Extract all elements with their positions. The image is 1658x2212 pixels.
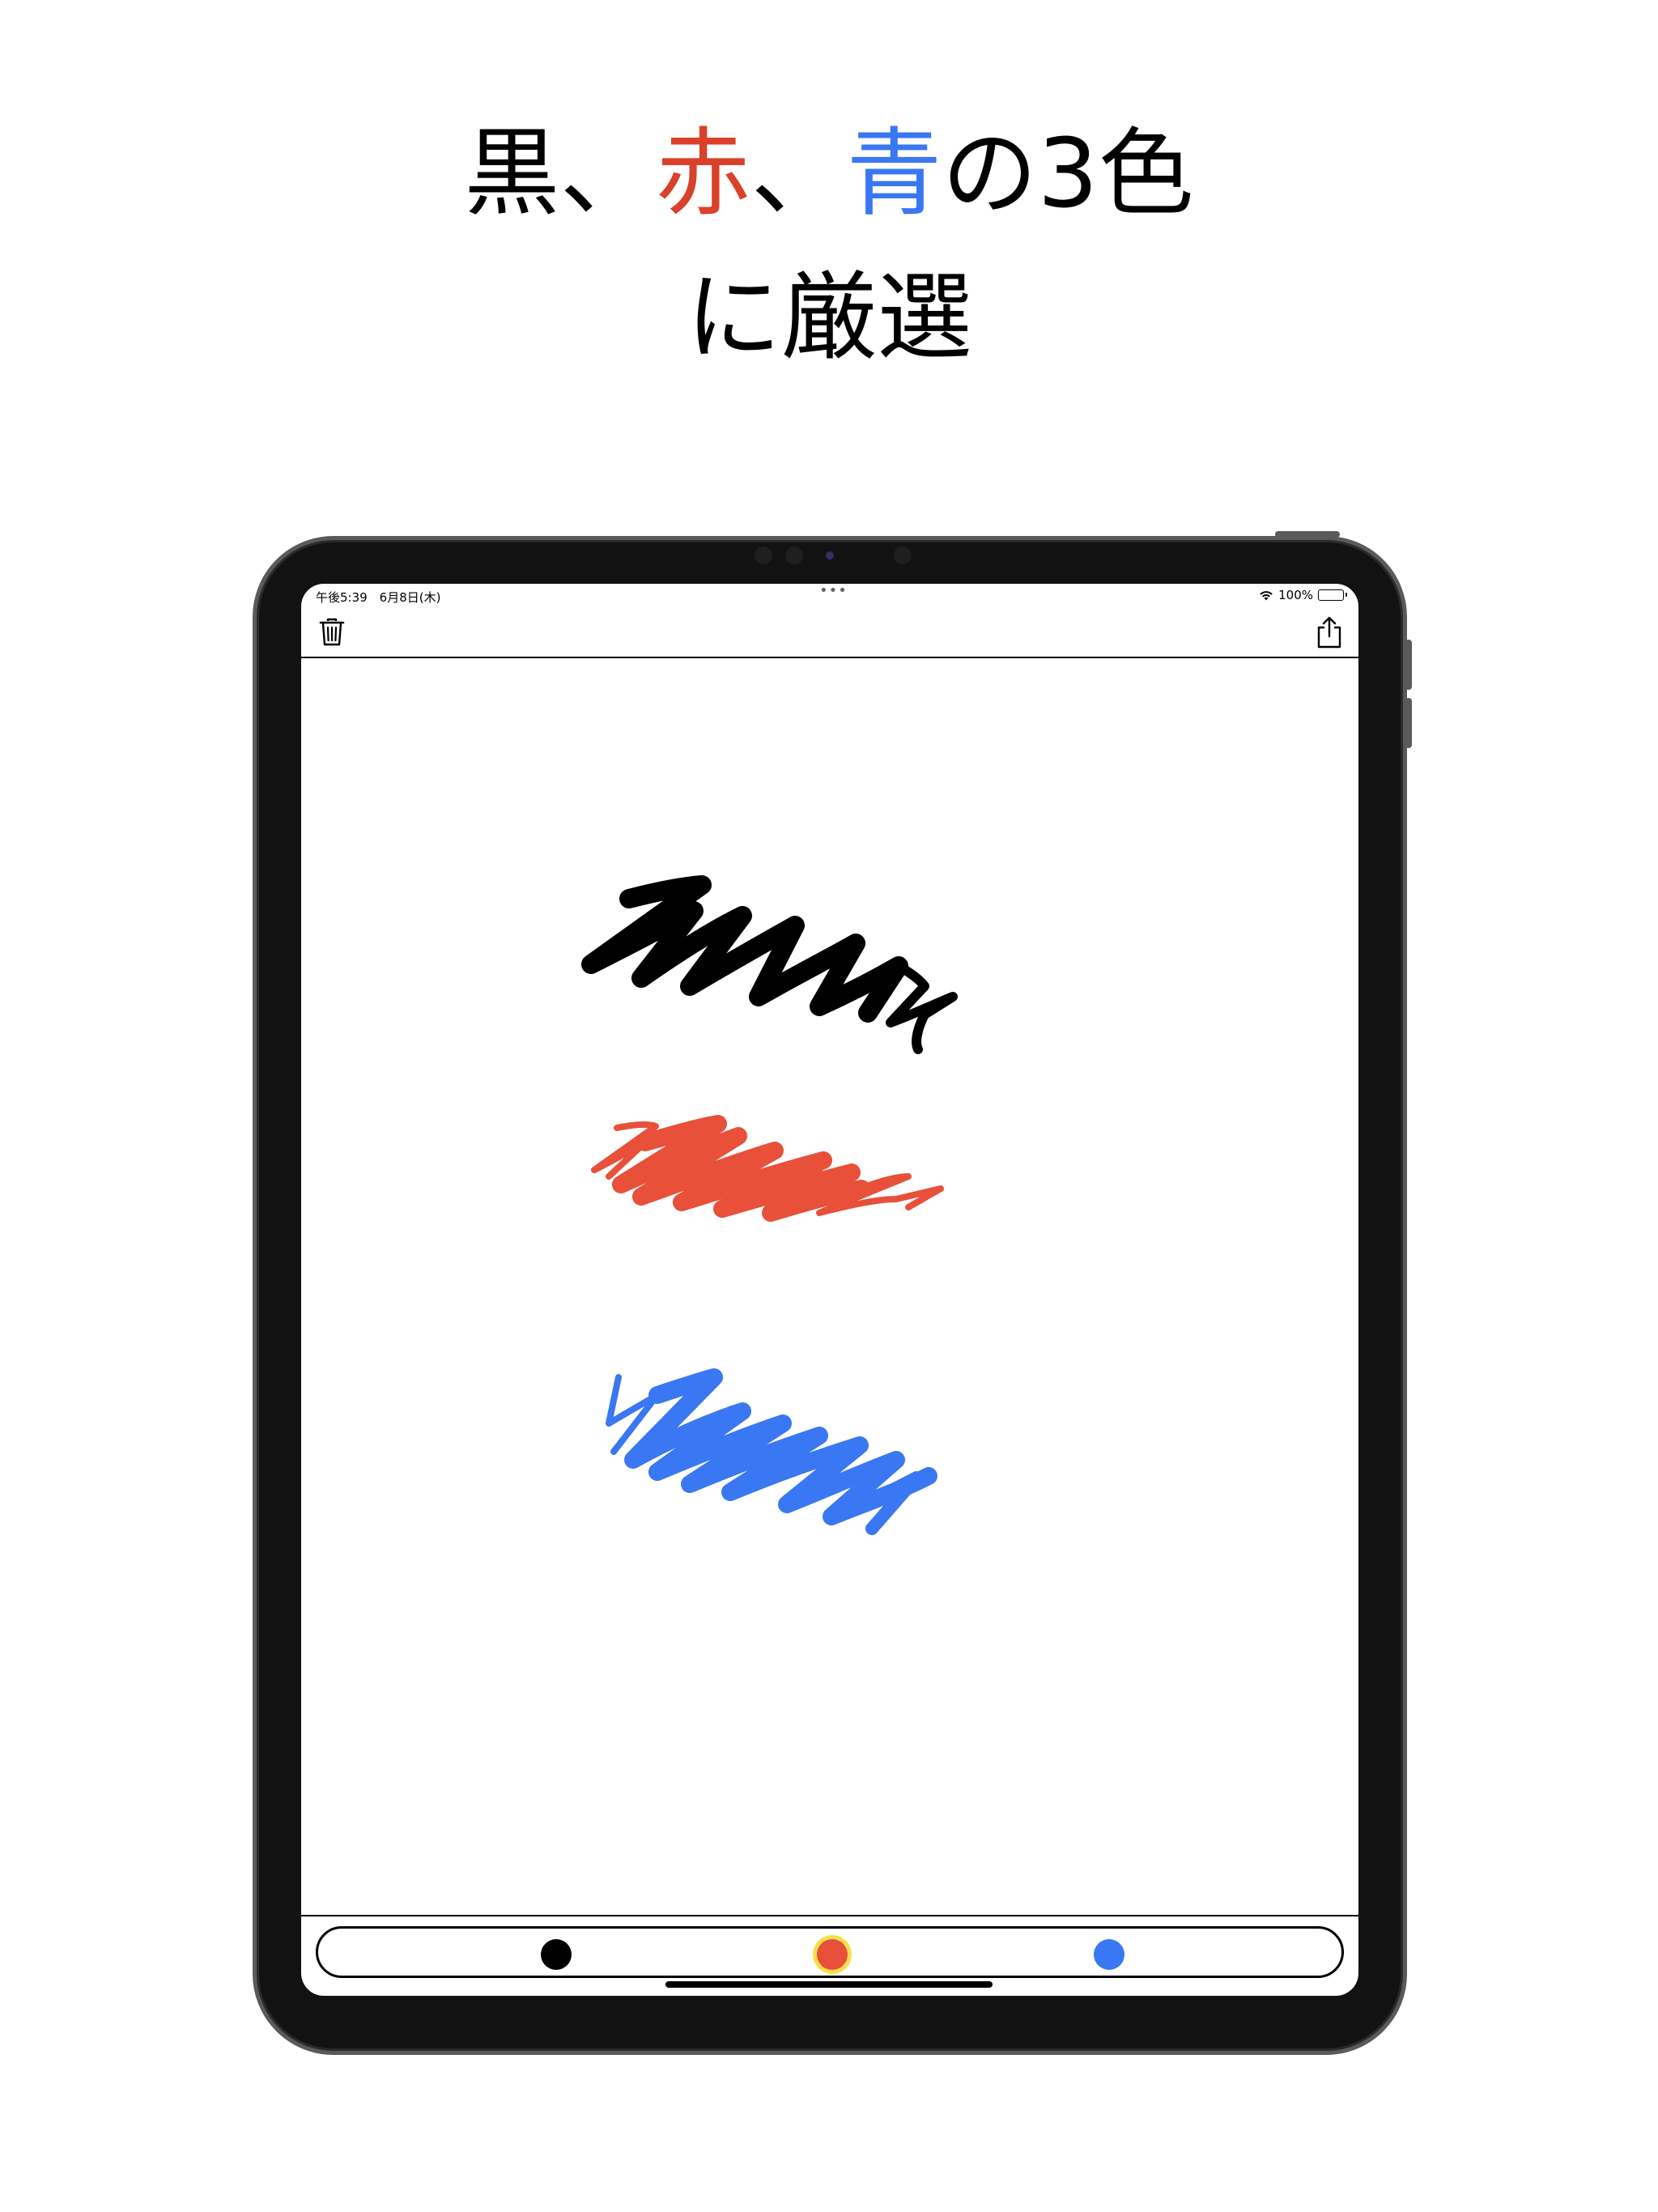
wifi-icon bbox=[1260, 590, 1273, 600]
status-bar: 午後5:39 6月8日(木) ••• 100% bbox=[301, 584, 1358, 608]
multitasking-dots-icon[interactable]: ••• bbox=[819, 584, 848, 599]
headline-three-colors: の3色 bbox=[942, 117, 1194, 229]
headline-blue: 青 bbox=[846, 117, 942, 229]
swatch-blue[interactable] bbox=[1094, 1939, 1124, 1970]
headline-line-1: 黒、赤、青の3色 bbox=[0, 125, 1658, 221]
battery-icon bbox=[1318, 589, 1347, 601]
scribbles bbox=[581, 875, 958, 1535]
drawing-canvas[interactable] bbox=[301, 658, 1358, 1915]
battery-percent: 100% bbox=[1278, 588, 1313, 602]
front-camera bbox=[826, 551, 834, 559]
headline-line-2: に厳選 bbox=[685, 262, 972, 373]
blue-scribble bbox=[606, 1368, 937, 1535]
color-palette bbox=[316, 1926, 1344, 1978]
trash-icon bbox=[319, 618, 345, 646]
sensor-2 bbox=[785, 547, 803, 564]
swatch-red[interactable] bbox=[817, 1939, 848, 1970]
status-right: 100% bbox=[1259, 588, 1347, 602]
trash-button[interactable] bbox=[312, 613, 351, 652]
home-indicator[interactable] bbox=[665, 1981, 993, 1988]
sensor-3 bbox=[894, 547, 912, 564]
app-screen: 午後5:39 6月8日(木) ••• 100% bbox=[301, 584, 1358, 1996]
red-scribble bbox=[591, 1115, 944, 1222]
headline-comma-2: 、 bbox=[750, 117, 847, 229]
headline-red: 赤 bbox=[655, 117, 751, 229]
headline-black: 黒 bbox=[464, 117, 560, 229]
swatch-black[interactable] bbox=[541, 1939, 572, 1970]
black-scribble bbox=[581, 875, 958, 1054]
sensor-1 bbox=[755, 547, 772, 564]
status-time: 午後5:39 6月8日(木) bbox=[316, 590, 441, 605]
toolbar bbox=[301, 608, 1358, 658]
share-icon bbox=[1317, 616, 1341, 649]
share-button[interactable] bbox=[1310, 613, 1349, 652]
headline-comma-1: 、 bbox=[559, 117, 656, 229]
